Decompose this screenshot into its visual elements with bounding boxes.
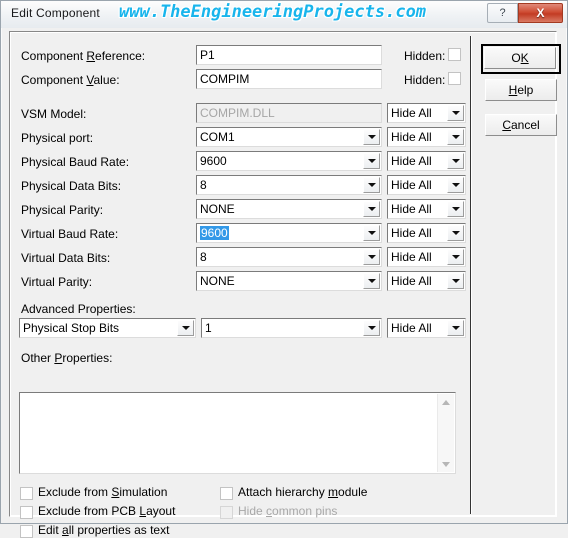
help-icon-button[interactable]: ? — [487, 3, 518, 23]
component-value-input[interactable]: COMPIM — [196, 69, 382, 89]
row-label-physical-parity: Physical Parity: — [21, 203, 104, 217]
ok-button-default-frame: OK — [481, 44, 561, 74]
chevron-down-icon[interactable] — [447, 225, 464, 241]
ok-button[interactable]: OK — [484, 47, 556, 69]
chevron-down-icon[interactable] — [447, 201, 464, 217]
row-value-virtual-parity[interactable]: NONE — [196, 271, 382, 291]
chevron-down-icon[interactable] — [363, 177, 380, 193]
exclude-from-pcb-layout-checkbox[interactable] — [20, 506, 33, 519]
chevron-down-icon[interactable] — [363, 273, 380, 289]
row-hide-physical-data-bits[interactable]: Hide All — [387, 175, 466, 195]
row-hide-physical-parity[interactable]: Hide All — [387, 199, 466, 219]
chevron-down-icon[interactable] — [447, 105, 464, 121]
attach-hierarchy-module-checkbox[interactable] — [220, 487, 233, 500]
close-icon-button[interactable]: X — [518, 3, 563, 23]
row-hide-physical-port[interactable]: Hide All — [387, 127, 466, 147]
row-label-vsm-model: VSM Model: — [21, 107, 87, 121]
exclude-from-simulation-checkbox[interactable] — [20, 487, 33, 500]
chevron-down-icon[interactable] — [363, 249, 380, 265]
chevron-down-icon[interactable] — [447, 320, 464, 336]
row-value-physical-port[interactable]: COM1 — [196, 127, 382, 147]
row-value-virtual-baud-rate[interactable]: 9600 — [196, 223, 382, 243]
button-panel-divider-highlight — [471, 36, 472, 514]
chevron-down-icon[interactable] — [447, 273, 464, 289]
window-title: Edit Component — [11, 6, 100, 20]
edit-component-dialog: Edit Component www.TheEngineeringProject… — [0, 0, 568, 538]
row-label-physical-baud-rate: Physical Baud Rate: — [21, 155, 130, 169]
other-properties-textarea[interactable] — [19, 392, 456, 474]
component-reference-label: Component Reference: — [21, 49, 146, 63]
title-bar: Edit Component www.TheEngineeringProject… — [1, 1, 567, 28]
chevron-down-icon[interactable] — [363, 225, 380, 241]
watermark-text: www.TheEngineeringProjects.com — [119, 2, 427, 22]
exclude-from-simulation-label[interactable]: Exclude from Simulation — [38, 485, 167, 499]
hide-common-pins-checkbox — [220, 506, 233, 519]
selected-text: 9600 — [200, 226, 229, 240]
attach-hierarchy-module-label[interactable]: Attach hierarchy module — [238, 485, 367, 499]
row-label-virtual-parity: Virtual Parity: — [21, 275, 93, 289]
scroll-down-icon[interactable] — [438, 456, 454, 472]
chevron-down-icon[interactable] — [447, 129, 464, 145]
row-label-virtual-baud-rate: Virtual Baud Rate: — [21, 227, 119, 241]
row-hide-virtual-baud-rate[interactable]: Hide All — [387, 223, 466, 243]
component-reference-input[interactable]: P1 — [196, 45, 382, 65]
row-label-physical-data-bits: Physical Data Bits: — [21, 179, 122, 193]
exclude-from-pcb-layout-label[interactable]: Exclude from PCB Layout — [38, 504, 175, 518]
scroll-up-icon[interactable] — [438, 394, 454, 410]
other-properties-label: Other Properties: — [21, 351, 113, 365]
row-value-physical-parity[interactable]: NONE — [196, 199, 382, 219]
value-hidden-label: Hidden: — [404, 73, 446, 87]
row-hide-virtual-parity[interactable]: Hide All — [387, 271, 466, 291]
row-value-physical-baud-rate[interactable]: 9600 — [196, 151, 382, 171]
row-hide-physical-baud-rate[interactable]: Hide All — [387, 151, 466, 171]
textarea-scrollbar[interactable] — [437, 394, 454, 472]
edit-all-properties-as-text-checkbox[interactable] — [20, 525, 33, 538]
chevron-down-icon[interactable] — [447, 153, 464, 169]
row-label-physical-port: Physical port: — [21, 131, 94, 145]
chevron-down-icon[interactable] — [447, 177, 464, 193]
reference-hidden-checkbox[interactable] — [448, 48, 461, 61]
edit-all-properties-as-text-label[interactable]: Edit all properties as text — [38, 523, 169, 537]
chevron-down-icon[interactable] — [363, 129, 380, 145]
row-value-physical-data-bits[interactable]: 8 — [196, 175, 382, 195]
row-label-virtual-data-bits: Virtual Data Bits: — [21, 251, 111, 265]
chevron-down-icon[interactable] — [363, 153, 380, 169]
chevron-down-icon[interactable] — [363, 320, 380, 336]
hide-common-pins-label: Hide common pins — [238, 504, 338, 518]
advanced-property-select[interactable]: Physical Stop Bits — [19, 318, 196, 338]
advanced-hide-select[interactable]: Hide All — [387, 318, 466, 338]
chevron-down-icon[interactable] — [177, 320, 194, 336]
chevron-down-icon[interactable] — [447, 249, 464, 265]
help-button[interactable]: Help — [485, 79, 557, 101]
advanced-properties-label: Advanced Properties: — [21, 302, 136, 316]
row-value-virtual-data-bits[interactable]: 8 — [196, 247, 382, 267]
reference-hidden-label: Hidden: — [404, 49, 446, 63]
component-value-label: Component Value: — [21, 73, 120, 87]
row-hide-virtual-data-bits[interactable]: Hide All — [387, 247, 466, 267]
dialog-client-area: Component Reference: P1 Hidden: Componen… — [2, 28, 566, 538]
row-value-vsm-model: COMPIM.DLL — [196, 103, 382, 123]
advanced-value-select[interactable]: 1 — [201, 318, 382, 338]
row-hide-vsm-model[interactable]: Hide All — [387, 103, 466, 123]
value-hidden-checkbox[interactable] — [448, 72, 461, 85]
cancel-button[interactable]: Cancel — [485, 114, 557, 136]
chevron-down-icon[interactable] — [363, 201, 380, 217]
